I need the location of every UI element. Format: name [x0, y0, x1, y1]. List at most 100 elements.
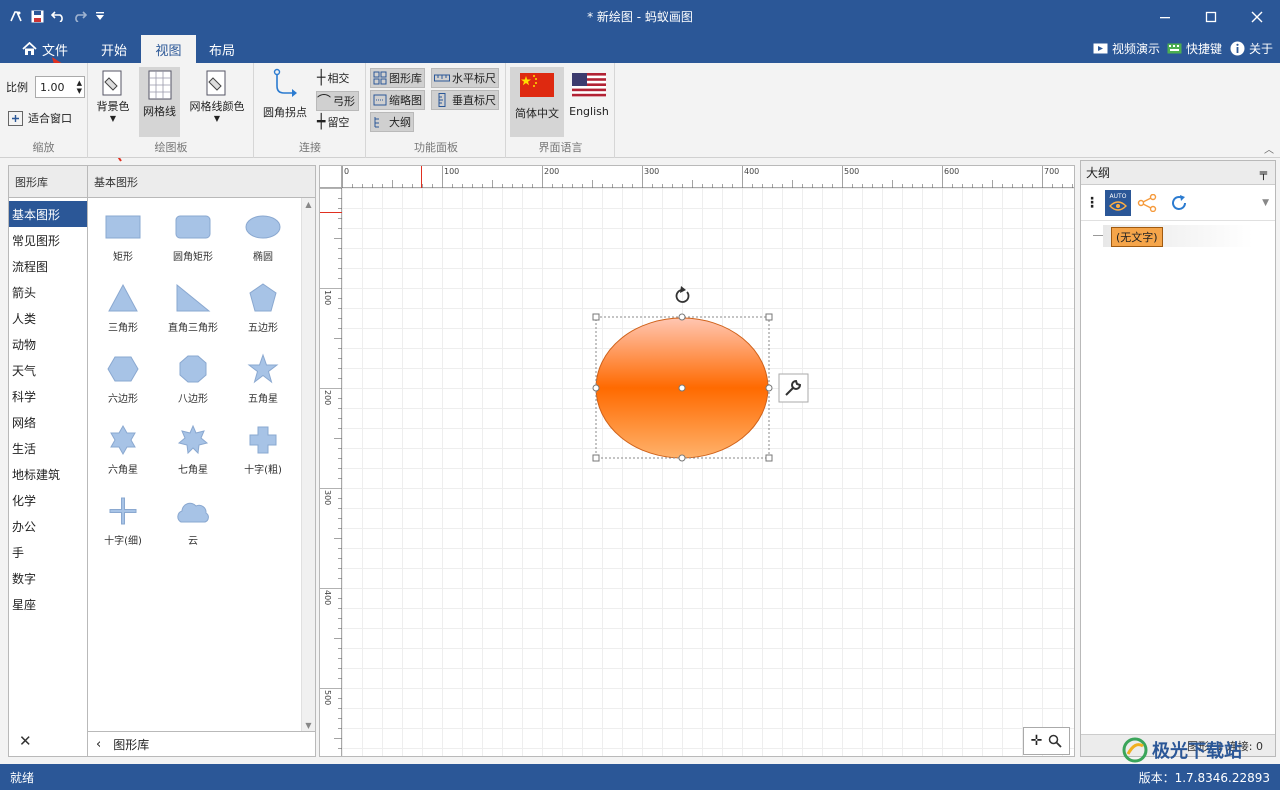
h-ruler-label: 500: [844, 167, 860, 176]
h-ruler-label: 400: [744, 167, 760, 176]
category-item[interactable]: 生活: [9, 435, 87, 461]
category-item[interactable]: 天气: [9, 357, 87, 383]
version-text: 版本：1.7.8346.22893: [1138, 771, 1270, 785]
shape-hexagon[interactable]: 六边形: [88, 344, 158, 406]
category-item[interactable]: 地标建筑: [9, 461, 87, 487]
h-ruler-label: 300: [644, 167, 660, 176]
about-button[interactable]: 关于: [1230, 37, 1273, 59]
library-footer[interactable]: ‹ 图形库: [88, 731, 315, 756]
h-ruler-label: 200: [544, 167, 560, 176]
category-item[interactable]: 数字: [9, 565, 87, 591]
shape-ellipse[interactable]: 椭圆: [228, 202, 298, 264]
category-item[interactable]: 基本图形: [9, 201, 87, 227]
horizontal-ruler-toggle[interactable]: 水平标尺: [431, 68, 499, 88]
horizontal-ruler-label: 水平标尺: [452, 72, 496, 85]
outline-node[interactable]: (无文字): [1111, 227, 1163, 247]
category-item[interactable]: 办公: [9, 513, 87, 539]
shape-triangle[interactable]: 三角形: [88, 273, 158, 335]
arc-button[interactable]: ⌒ 弓形: [316, 91, 359, 111]
vertical-ruler-toggle[interactable]: 垂直标尺: [431, 90, 499, 110]
category-item[interactable]: 科学: [9, 383, 87, 409]
shortcuts-button[interactable]: 快捷键: [1167, 37, 1222, 59]
redo-icon[interactable]: [70, 6, 90, 26]
shape-thick-cross[interactable]: 十字(粗): [228, 415, 298, 477]
pan-zoom-control[interactable]: ✛: [1023, 727, 1070, 755]
collapse-ribbon-icon[interactable]: ︿: [1264, 141, 1274, 156]
shape-octagon[interactable]: 八边形: [158, 344, 228, 406]
category-item[interactable]: 网络: [9, 409, 87, 435]
library-toggle[interactable]: 图形库: [370, 68, 425, 88]
canvas-grid[interactable]: [342, 188, 1074, 756]
fit-window-button[interactable]: 适合窗口: [8, 110, 72, 126]
background-color-button[interactable]: 背景色 ▼: [93, 68, 133, 132]
thumbnail-toggle[interactable]: 缩略图: [370, 90, 425, 110]
customize-toolbar-icon[interactable]: [92, 6, 108, 26]
gap-button[interactable]: ┿ 留空: [317, 114, 349, 130]
video-icon: [1093, 43, 1108, 53]
shape-thin-cross[interactable]: 十字(细): [88, 486, 158, 548]
grid-line-button[interactable]: 网格线: [139, 67, 180, 137]
china-flag-icon: [520, 73, 554, 97]
grid-color-button[interactable]: 网格线颜色 ▼: [185, 68, 249, 132]
category-item[interactable]: 箭头: [9, 279, 87, 305]
magnifier-icon[interactable]: [1048, 734, 1062, 748]
scale-spin-icon: ▲ ▼: [76, 79, 82, 95]
shape-pentagon[interactable]: 五边形: [228, 273, 298, 335]
share-icon[interactable]: [1137, 193, 1157, 212]
canvas-group-label: 绘图板: [154, 141, 188, 154]
shape-cloud[interactable]: 云: [158, 486, 228, 548]
tab-view[interactable]: 视图: [141, 35, 196, 63]
shape-five-star[interactable]: 五角星: [228, 344, 298, 406]
refresh-icon[interactable]: [1169, 193, 1189, 213]
chevron-left-icon[interactable]: ‹: [96, 737, 101, 752]
center-handle[interactable]: [678, 384, 686, 392]
scale-input[interactable]: 1.00 ▲ ▼: [35, 76, 85, 98]
intersect-button[interactable]: ┼ 相交: [317, 70, 349, 86]
drawing-canvas-area[interactable]: 0 100 200 300 400 500 600 700 100 200 30…: [319, 165, 1075, 757]
ribbon: 比例 1.00 ▲ ▼ 适合窗口 缩放 背景色 ▼ 网格线 网格线颜色 ▼ 绘图板: [0, 63, 1280, 158]
move-icon[interactable]: ✛: [1031, 733, 1043, 749]
shape-rectangle[interactable]: 矩形: [88, 202, 158, 264]
language-zh-button[interactable]: 简体中文: [510, 67, 564, 137]
tab-home[interactable]: 开始: [88, 35, 140, 63]
round-corner-button[interactable]: 圆角拐点: [259, 68, 311, 128]
v-ruler-label: 100: [323, 290, 332, 306]
category-item[interactable]: 常见图形: [9, 227, 87, 253]
shape-label: 三角形: [108, 323, 138, 334]
us-flag-icon: [572, 73, 606, 97]
category-item[interactable]: 化学: [9, 487, 87, 513]
tab-file[interactable]: 文件: [14, 35, 76, 63]
shape-rounded-rectangle[interactable]: 圆角矩形: [158, 202, 228, 264]
category-item[interactable]: 手: [9, 539, 87, 565]
language-en-button[interactable]: English: [565, 67, 613, 137]
shape-label: 五边形: [248, 323, 278, 334]
outline-toggle[interactable]: 大纲: [370, 112, 414, 132]
save-icon[interactable]: [27, 6, 47, 26]
category-item[interactable]: 动物: [9, 331, 87, 357]
scroll-down-icon[interactable]: ▼: [302, 721, 315, 730]
shape-six-star[interactable]: 六角星: [88, 415, 158, 477]
edit-properties-button[interactable]: [778, 373, 809, 403]
close-window-button[interactable]: [1234, 0, 1280, 33]
auto-layout-button[interactable]: AUTO: [1105, 189, 1131, 216]
outline-menu-dropdown-icon[interactable]: ▼: [1262, 198, 1269, 208]
undo-icon[interactable]: [48, 6, 68, 26]
category-item[interactable]: 流程图: [9, 253, 87, 279]
shape-seven-star[interactable]: 七角星: [158, 415, 228, 477]
close-library-icon[interactable]: ✕: [19, 732, 32, 750]
rotate-icon[interactable]: [675, 286, 690, 303]
tab-layout[interactable]: 布局: [196, 35, 248, 63]
scroll-up-icon[interactable]: ▲: [302, 200, 315, 209]
pin-icon[interactable]: ╤: [1260, 166, 1267, 180]
library-footer-label: 图形库: [113, 737, 150, 752]
category-item[interactable]: 星座: [9, 591, 87, 617]
minimize-button[interactable]: [1142, 0, 1188, 33]
category-item[interactable]: 人类: [9, 305, 87, 331]
keyboard-icon: [1167, 43, 1182, 53]
shape-list-scrollbar[interactable]: ▲ ▼: [301, 198, 315, 732]
shape-right-triangle[interactable]: 直角三角形: [158, 273, 228, 335]
gap-label: 留空: [327, 116, 350, 129]
maximize-button[interactable]: [1188, 0, 1234, 33]
panels-group-label: 功能面板: [414, 141, 458, 154]
video-demo-button[interactable]: 视频演示: [1093, 37, 1160, 59]
